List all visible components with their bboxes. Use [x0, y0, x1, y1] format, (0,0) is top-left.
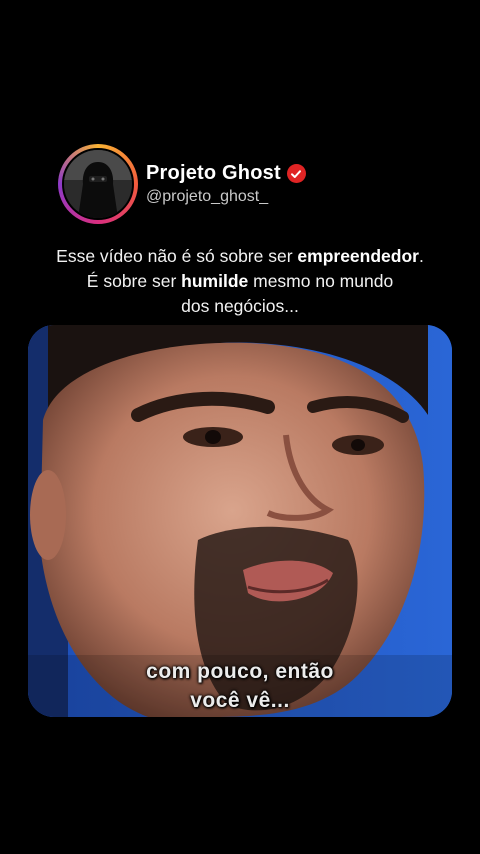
caption-line-1: Esse vídeo não é só sobre ser empreended…	[0, 244, 480, 269]
caption-text: É sobre ser	[86, 271, 182, 291]
profile-header: Projeto Ghost @projeto_ghost_	[58, 144, 306, 224]
account-name[interactable]: Projeto Ghost	[146, 162, 281, 185]
caption-line-3: dos negócios...	[181, 296, 299, 316]
caption-bold-text: humilde	[181, 271, 249, 291]
subtitle-line-1: com pouco, então	[146, 660, 334, 683]
subtitle-line-2: você vê...	[190, 689, 290, 712]
video-player[interactable]: com pouco, então você vê...	[28, 325, 452, 717]
avatar-story-ring[interactable]	[58, 144, 138, 224]
post-caption: Esse vídeo não é só sobre ser empreended…	[0, 244, 480, 319]
video-subtitle: com pouco, então você vê...	[28, 657, 452, 715]
caption-bold-text: empreendedor	[297, 246, 419, 266]
caption-text: .	[418, 246, 424, 266]
hooded-figure-icon	[64, 150, 132, 218]
caption-text: mesmo no mundo	[248, 271, 394, 291]
avatar	[62, 148, 134, 220]
account-handle[interactable]: @projeto_ghost_	[146, 188, 306, 206]
caption-line-2: É sobre ser humilde mesmo no mundo	[0, 269, 480, 294]
name-row: Projeto Ghost	[146, 162, 306, 185]
verified-check-icon	[286, 164, 306, 183]
caption-text: Esse vídeo não é só sobre ser	[56, 246, 298, 266]
profile-names: Projeto Ghost @projeto_ghost_	[146, 162, 306, 206]
